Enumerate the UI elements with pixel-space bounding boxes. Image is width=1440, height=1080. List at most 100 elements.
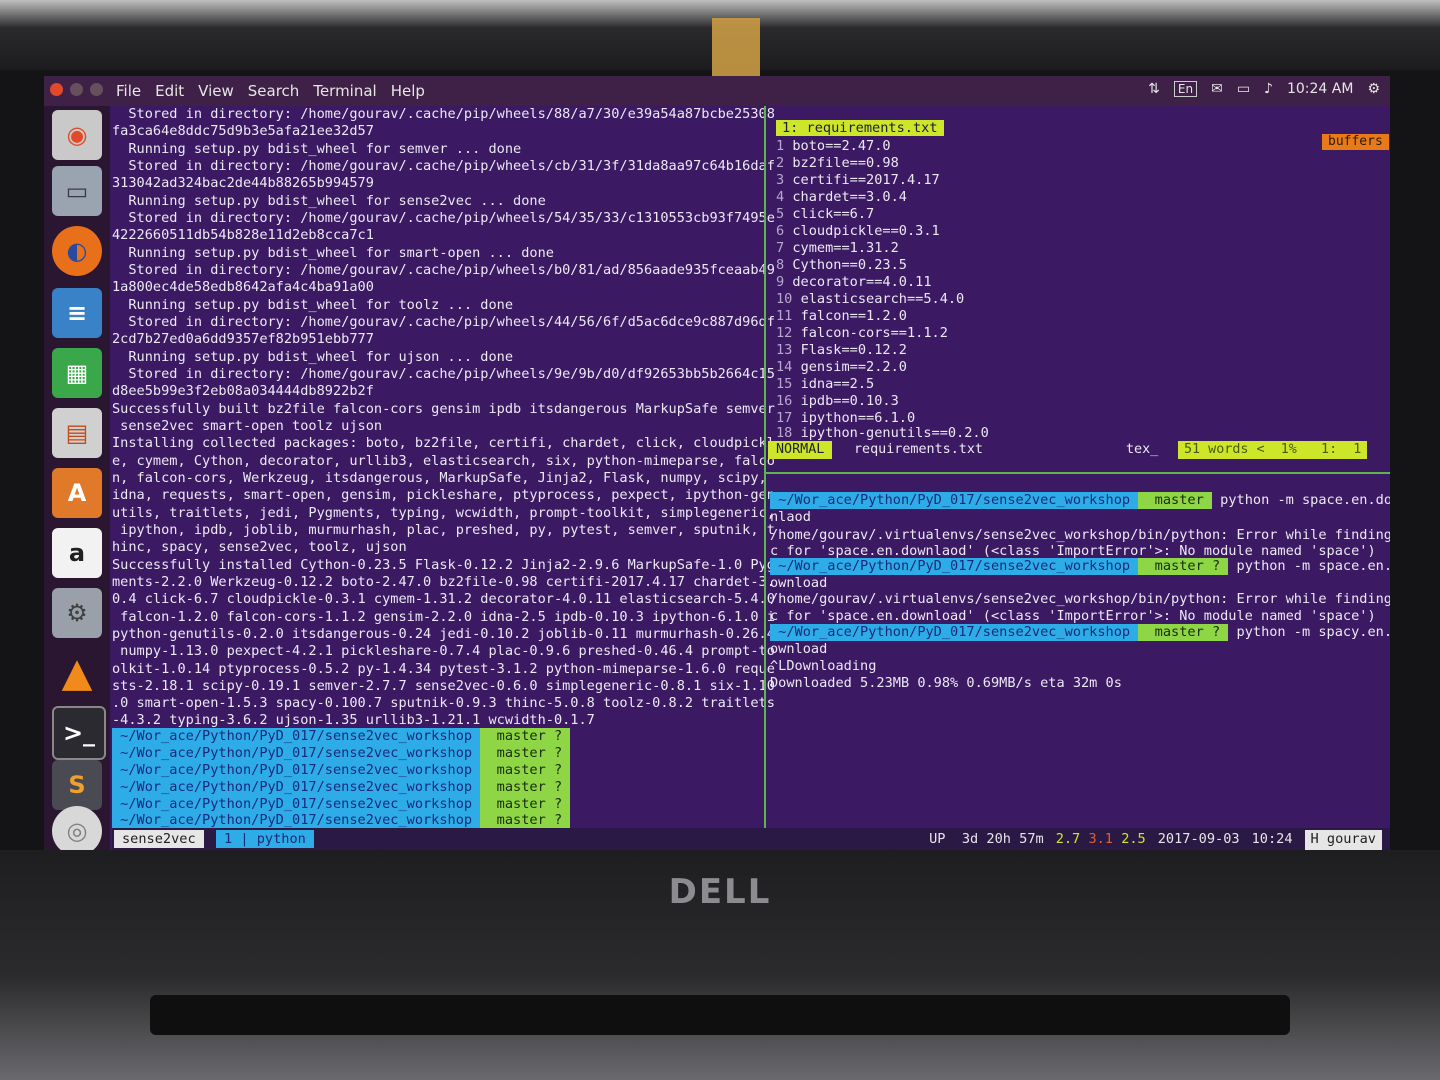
vim-line-text: ipython-genutils==0.2.0 — [800, 425, 989, 441]
menu-search[interactable]: Search — [248, 82, 300, 100]
vim-line-number: 6 — [776, 223, 785, 239]
network-icon[interactable]: ⇅ — [1148, 81, 1160, 97]
vim-line: 18 ipython-genutils==0.2.0 — [776, 425, 989, 442]
vim-buffer-tab[interactable]: 1: requirements.txt — [776, 120, 944, 136]
battery-icon[interactable]: ▭ — [1237, 81, 1250, 97]
vim-line-number: 9 — [776, 274, 785, 290]
vim-line-number: 4 — [776, 189, 785, 205]
terminal-icon[interactable]: >_ — [52, 706, 106, 760]
vim-line-number: 11 — [776, 308, 793, 324]
calc-icon[interactable]: ▦ — [52, 348, 102, 398]
output-line: Stored in directory: /home/gourav/.cache… — [112, 210, 775, 226]
menu-help[interactable]: Help — [391, 82, 425, 100]
shell-prompt: ~/Wor_ace/Python/PyD_017/sense2vec_works… — [770, 492, 1390, 509]
terminal-area[interactable]: Stored in directory: /home/gourav/.cache… — [112, 106, 1390, 850]
output-line: nlaod — [770, 509, 811, 525]
software-center-icon[interactable]: A — [52, 468, 102, 518]
shell-prompt: ~/Wor_ace/Python/PyD_017/sense2vec_works… — [112, 796, 571, 813]
output-line: ownload — [770, 575, 828, 591]
tmux-window-tab[interactable]: 1 | python — [216, 830, 314, 848]
output-line: ownload — [770, 641, 828, 657]
tmux-load-3: 2.5 — [1121, 831, 1146, 847]
close-window-button[interactable] — [50, 83, 63, 96]
shell-prompt: ~/Wor_ace/Python/PyD_017/sense2vec_works… — [112, 762, 571, 779]
output-line: Running setup.py bdist_wheel for sense2v… — [112, 193, 546, 209]
ubuntu-dash-icon[interactable]: ◉ — [52, 110, 102, 160]
output-line: Downloaded 5.23MB 0.98% 0.69MB/s eta 32m… — [770, 675, 1122, 691]
output-line: Stored in directory: /home/gourav/.cache… — [112, 262, 775, 278]
vim-line-text: elasticsearch==5.4.0 — [800, 291, 965, 307]
vim-buffers-label: buffers — [1322, 134, 1389, 150]
prompt-git-branch: master ? — [1138, 558, 1229, 575]
brand-logo: DELL — [668, 872, 772, 912]
output-line: fa3ca64e8ddc75d9b3e5afa21ee32d57 — [112, 123, 374, 139]
tmux-window-name: python — [256, 831, 306, 847]
tmux-hostname: H gourav — [1304, 830, 1382, 850]
tmux-time: 10:24 — [1251, 831, 1293, 847]
vim-line-number: 18 — [776, 425, 793, 441]
vim-line-number: 12 — [776, 325, 793, 341]
vlc-icon[interactable]: ▲ — [52, 648, 102, 698]
output-line: 0.4 click-6.7 cloudpickle-0.3.1 cymem-1.… — [112, 591, 775, 607]
vim-line: 15 idna==2.5 — [776, 376, 874, 393]
output-line: /home/gourav/.virtualenvs/sense2vec_work… — [770, 591, 1390, 607]
sublime-icon[interactable]: S — [52, 760, 102, 810]
tmux-load: 2.7 3.1 2.5 — [1056, 828, 1146, 850]
vim-line-text: certifi==2017.4.17 — [792, 172, 940, 188]
prompt-git-branch: master ? — [480, 728, 571, 745]
prompt-git-branch: master ? — [480, 812, 571, 829]
tmux-date: 2017-09-03 — [1157, 831, 1240, 847]
output-line: Stored in directory: /home/gourav/.cache… — [112, 314, 775, 330]
keyboard-layout-indicator[interactable]: En — [1173, 81, 1198, 97]
vim-line-text: idna==2.5 — [800, 376, 875, 392]
tmux-session-name[interactable]: sense2vec — [114, 830, 204, 848]
output-line: Running setup.py bdist_wheel for toolz .… — [112, 297, 514, 313]
vim-file-name: requirements.txt — [854, 442, 983, 457]
menubar: File Edit View Search Terminal Help ⇅ En… — [44, 76, 1390, 106]
shell-prompt: ~/Wor_ace/Python/PyD_017/sense2vec_works… — [112, 779, 571, 796]
vim-statusline: NORMAL requirements.txt tex_ 51 words < … — [768, 441, 1390, 459]
amazon-icon[interactable]: a — [52, 528, 102, 578]
vim-line-number: 13 — [776, 342, 793, 358]
output-line: c for 'space.en.download' (<class 'Impor… — [770, 608, 1376, 624]
menu-terminal[interactable]: Terminal — [313, 82, 376, 100]
volume-icon[interactable]: ♪ — [1264, 81, 1273, 97]
disc-icon[interactable]: ◎ — [52, 806, 102, 850]
vim-line: 9 decorator==4.0.11 — [776, 274, 932, 291]
clock[interactable]: 10:24 AM — [1287, 81, 1353, 97]
pane-divider-horizontal[interactable] — [766, 472, 1390, 474]
output-line: e, cymem, Cython, decorator, urllib3, el… — [112, 453, 775, 469]
output-line: 313042ad324bac2de44b88265b994579 — [112, 175, 374, 191]
prompt-git-branch: master ? — [480, 796, 571, 813]
vim-line-text: falcon==1.2.0 — [800, 308, 907, 324]
output-line: numpy-1.13.0 pexpect-4.2.1 pickleshare-0… — [112, 643, 775, 659]
shell-prompt: ~/Wor_ace/Python/PyD_017/sense2vec_works… — [112, 812, 571, 829]
pane-divider-vertical[interactable] — [764, 106, 766, 828]
vim-line-number: 5 — [776, 206, 785, 222]
laptop-hinge — [150, 995, 1290, 1035]
vim-line: 12 falcon-cors==1.1.2 — [776, 325, 948, 342]
vim-line-number: 16 — [776, 393, 793, 409]
output-line: idna, requests, smart-open, gensim, pick… — [112, 487, 775, 503]
tmux-statusbar: sense2vec 1 | python UP 3d 20h 57m 2.7 3… — [112, 828, 1390, 850]
impress-icon[interactable]: ▤ — [52, 408, 102, 458]
prompt-path: ~/Wor_ace/Python/PyD_017/sense2vec_works… — [112, 812, 481, 829]
files-icon[interactable]: ▭ — [52, 166, 102, 216]
menu-file[interactable]: File — [116, 82, 141, 100]
writer-icon[interactable]: ≡ — [52, 288, 102, 338]
mail-icon[interactable]: ✉ — [1211, 81, 1223, 97]
vim-line-number: 7 — [776, 240, 785, 256]
vim-line-text: Cython==0.23.5 — [792, 257, 907, 273]
output-line: ipython, ipdb, joblib, murmurhash, plac,… — [112, 522, 775, 538]
maximize-window-button[interactable] — [90, 83, 103, 96]
menu-view[interactable]: View — [198, 82, 234, 100]
settings-icon[interactable]: ⚙ — [52, 588, 102, 638]
tmux-uptime: UP 3d 20h 57m — [929, 831, 1044, 847]
firefox-icon[interactable]: ◐ — [52, 226, 102, 276]
vim-line: 10 elasticsearch==5.4.0 — [776, 291, 964, 308]
menu-edit[interactable]: Edit — [155, 82, 184, 100]
shell-prompt: ~/Wor_ace/Python/PyD_017/sense2vec_works… — [770, 624, 1390, 641]
settings-gear-icon[interactable]: ⚙ — [1367, 81, 1380, 97]
output-line: falcon-1.2.0 falcon-cors-1.1.2 gensim-2.… — [112, 609, 775, 625]
minimize-window-button[interactable] — [70, 83, 83, 96]
